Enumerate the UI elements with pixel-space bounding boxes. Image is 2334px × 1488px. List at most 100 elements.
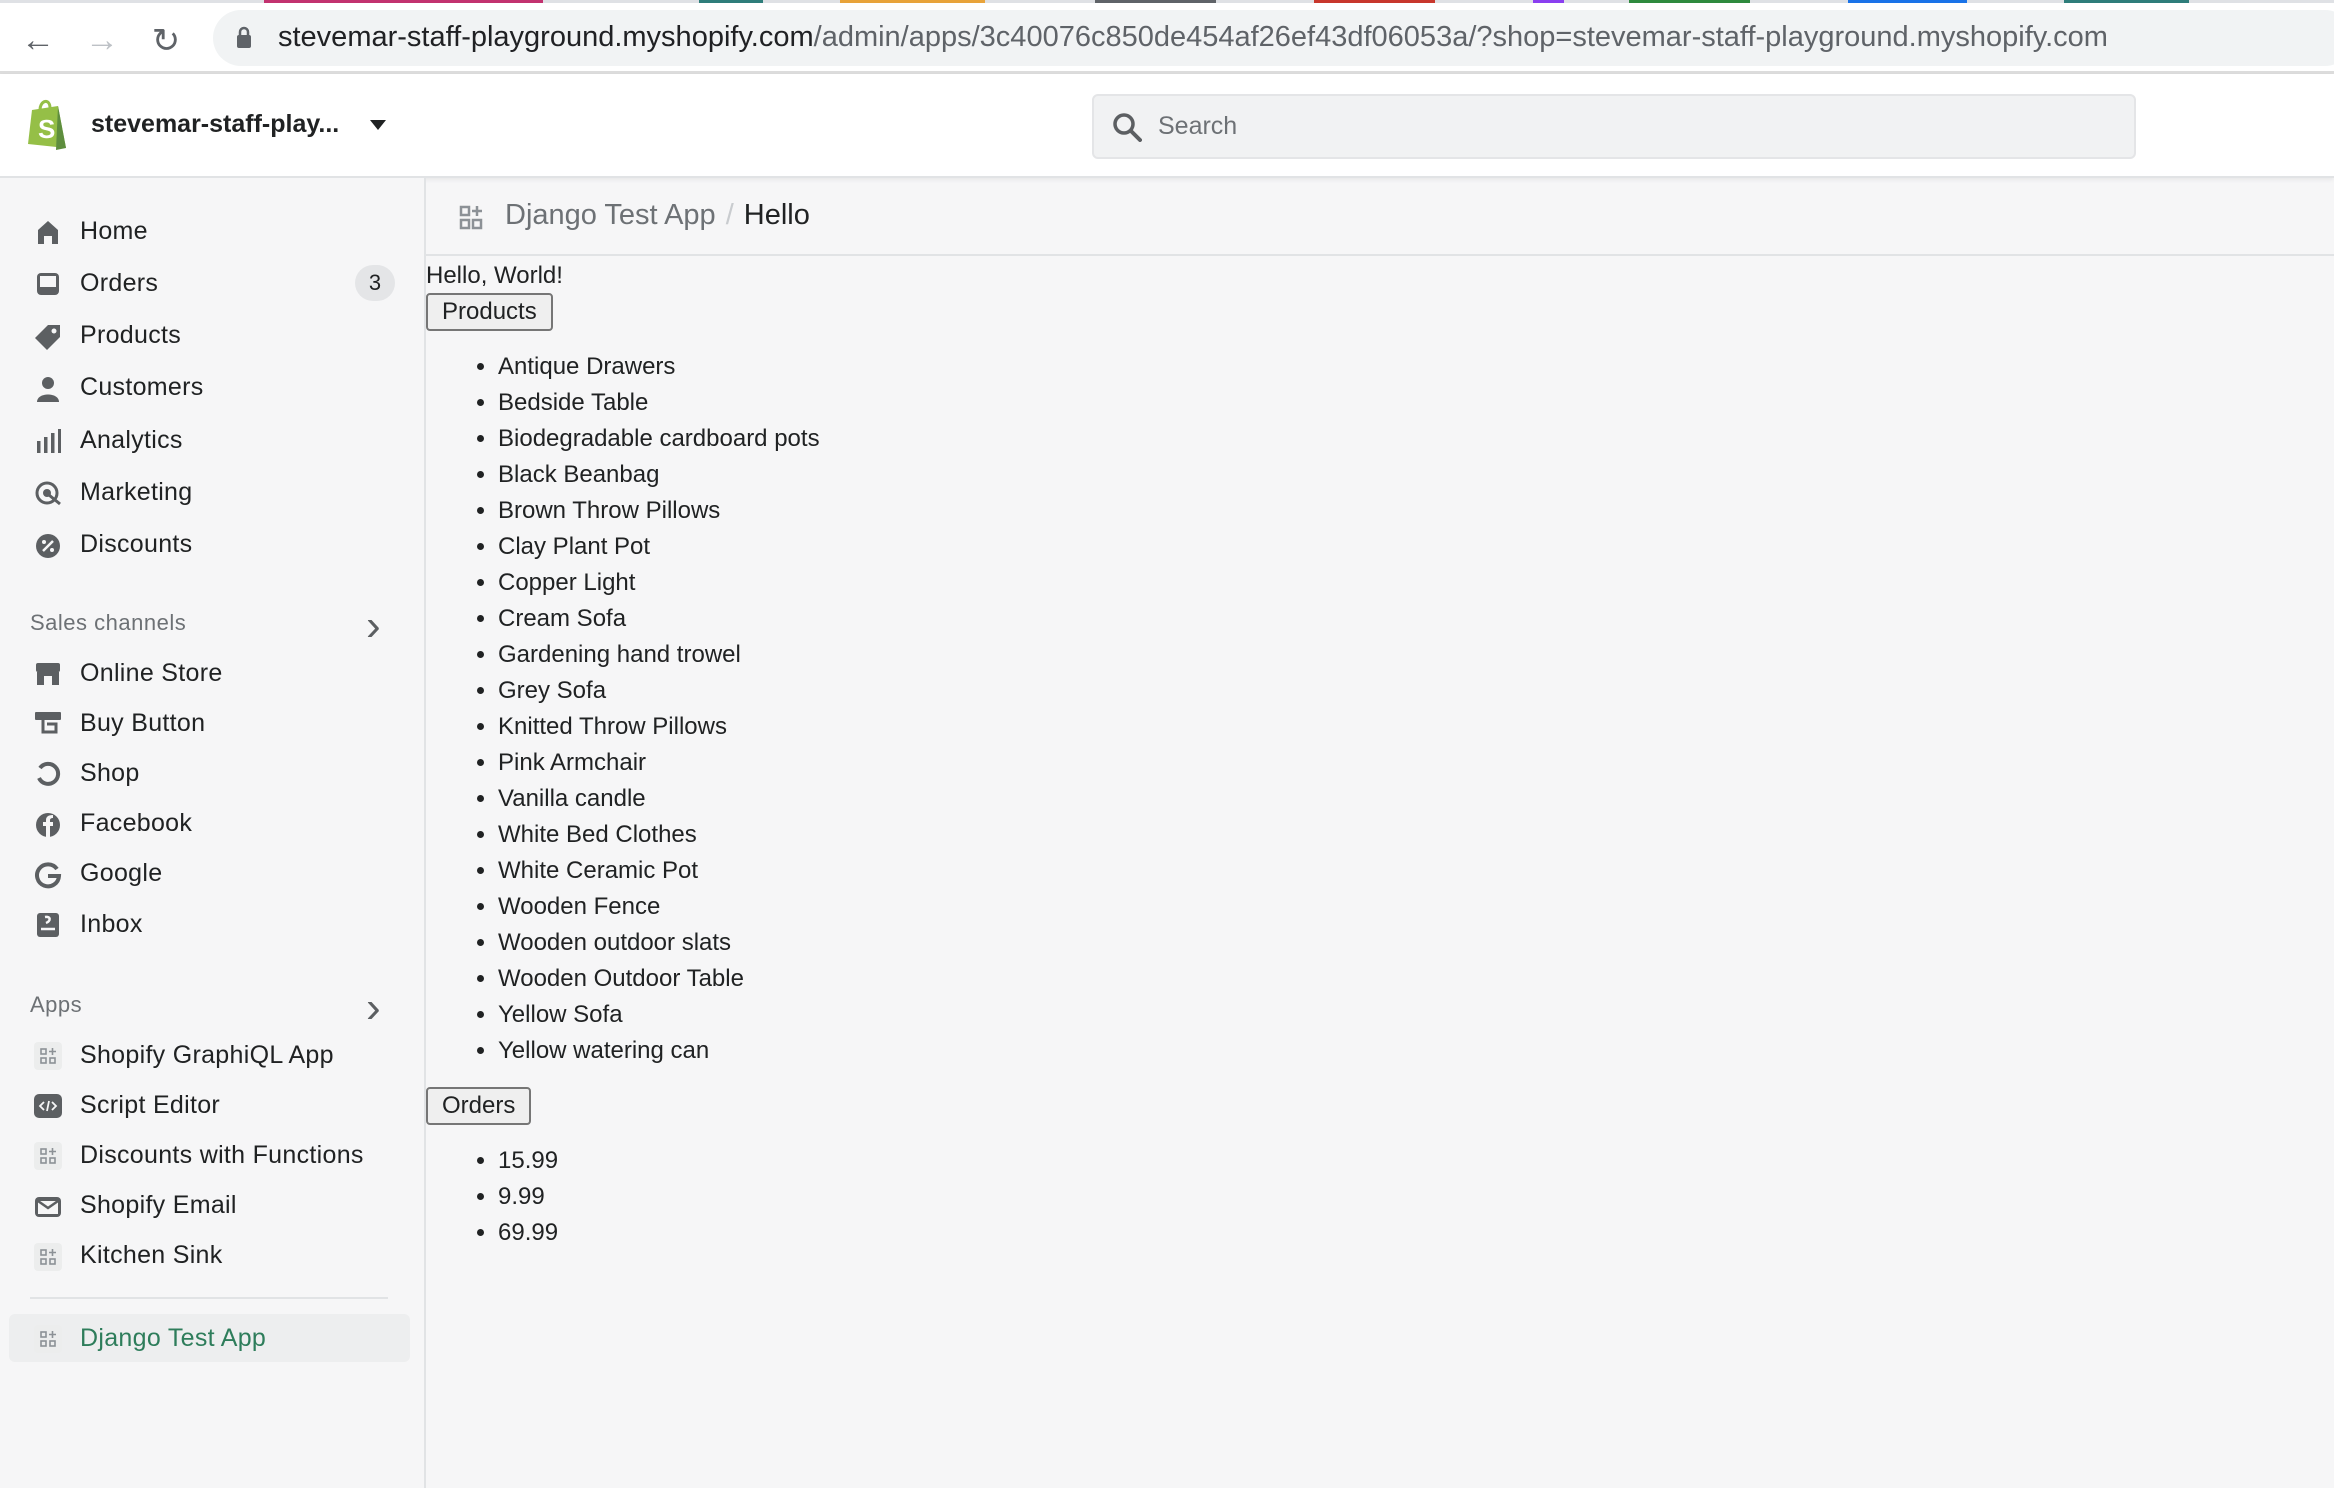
- product-list-item: Wooden Fence: [498, 889, 820, 925]
- chevron-right-icon[interactable]: ›: [366, 601, 381, 651]
- sidebar: Home Orders 3 Products Customers Analytics Mar…: [0, 178, 426, 1488]
- orders-icon: [34, 270, 62, 298]
- address-bar[interactable]: stevemar-staff-playground.myshopify.com/…: [213, 10, 2334, 66]
- sidebar-item-analytics[interactable]: Analytics: [9, 416, 410, 464]
- sidebar-item-label: Shopify GraphiQL App: [80, 1040, 334, 1069]
- sidebar-item-label: Customers: [80, 373, 204, 402]
- sidebar-item-label: Kitchen Sink: [80, 1241, 223, 1270]
- sidebar-item-label: Shop: [80, 758, 140, 787]
- sidebar-item-label: Google: [80, 859, 163, 888]
- sidebar-item-label: Marketing: [80, 478, 193, 506]
- target-icon: [34, 480, 62, 508]
- chevron-down-icon[interactable]: [370, 120, 386, 130]
- app-content: Hello, World! Products Antique DrawersBe…: [426, 257, 820, 1269]
- product-list-item: Yellow Sofa: [498, 997, 820, 1033]
- discount-icon: [34, 532, 62, 560]
- sidebar-item-buy-button[interactable]: Buy Button: [9, 699, 410, 747]
- product-list-item: Yellow watering can: [498, 1033, 820, 1069]
- sidebar-item-discounts[interactable]: Discounts: [9, 521, 410, 569]
- product-list-item: Bedside Table: [498, 385, 820, 421]
- product-list-item: Wooden outdoor slats: [498, 925, 820, 961]
- product-list-item: Gardening hand trowel: [498, 637, 820, 673]
- google-icon: [34, 861, 62, 889]
- product-list-item: Wooden Outdoor Table: [498, 961, 820, 997]
- product-list-item: Cream Sofa: [498, 601, 820, 637]
- breadcrumb-separator: /: [725, 199, 734, 231]
- sidebar-item-shopify-graphiql-app[interactable]: Shopify GraphiQL App: [9, 1031, 410, 1079]
- search-input[interactable]: [1158, 106, 2058, 146]
- app-icon: [34, 1142, 62, 1171]
- breadcrumb: Django Test App / Hello: [426, 178, 2334, 256]
- sidebar-item-inbox[interactable]: Inbox: [9, 900, 410, 948]
- search-icon: [1113, 113, 1142, 142]
- sidebar-item-label: Discounts: [80, 530, 193, 559]
- breadcrumb-current: Hello: [743, 199, 810, 231]
- back-button[interactable]: ←: [18, 21, 58, 60]
- sidebar-item-marketing[interactable]: Marketing: [9, 469, 410, 517]
- app-icon: [34, 1042, 62, 1070]
- orders-list: 15.999.9969.99: [426, 1143, 820, 1251]
- order-list-item: 9.99: [498, 1179, 820, 1215]
- app-icon: [34, 1325, 62, 1353]
- sidebar-item-django-test-app[interactable]: Django Test App: [9, 1314, 410, 1362]
- product-list-item: Black Beanbag: [498, 457, 820, 493]
- app-icon: [34, 1242, 62, 1271]
- product-list-item: Grey Sofa: [498, 673, 820, 709]
- shop-icon: [34, 760, 62, 788]
- sidebar-item-label: Discounts with Functions: [80, 1140, 364, 1169]
- product-list-item: Vanilla candle: [498, 781, 820, 817]
- product-list-item: Pink Armchair: [498, 745, 820, 781]
- sidebar-item-orders[interactable]: Orders 3: [9, 259, 410, 307]
- sidebar-item-label: Products: [80, 321, 182, 350]
- product-list-item: Brown Throw Pillows: [498, 493, 820, 529]
- products-button[interactable]: Products: [426, 293, 553, 331]
- orders-button[interactable]: Orders: [426, 1087, 532, 1125]
- browser-toolbar: ← → ↻ stevemar-staff-playground.myshopif…: [0, 3, 2334, 74]
- sidebar-item-label: Shopify Email: [80, 1191, 237, 1220]
- top-bar: S stevemar-staff-play...: [0, 74, 2334, 178]
- forward-button[interactable]: →: [82, 21, 122, 60]
- sidebar-item-label: Buy Button: [80, 708, 206, 737]
- shopify-logo-icon[interactable]: S: [26, 98, 70, 150]
- product-list-item: Copper Light: [498, 565, 820, 601]
- sidebar-item-label: Orders: [80, 268, 159, 297]
- order-list-item: 15.99: [498, 1143, 820, 1179]
- sidebar-item-shopify-email[interactable]: Shopify Email: [9, 1182, 410, 1230]
- inbox-icon: [34, 911, 62, 939]
- sidebar-item-script-editor[interactable]: Script Editor: [9, 1081, 410, 1129]
- sidebar-item-label: Home: [80, 216, 148, 245]
- sidebar-item-label: Facebook: [80, 809, 193, 838]
- orders-count-badge: 3: [355, 265, 395, 302]
- email-icon: [34, 1193, 62, 1221]
- sidebar-item-online-store[interactable]: Online Store: [9, 649, 410, 697]
- sidebar-item-label: Script Editor: [80, 1090, 221, 1119]
- sidebar-item-home[interactable]: Home: [9, 207, 410, 255]
- buy-button-icon: [34, 710, 62, 738]
- breadcrumb-app-link[interactable]: Django Test App: [505, 199, 716, 231]
- order-list-item: 69.99: [498, 1215, 820, 1251]
- sales-channels-heading: Sales channels: [30, 610, 187, 635]
- greeting: Hello, World!: [426, 262, 563, 289]
- apps-heading: Apps: [30, 992, 83, 1017]
- sidebar-item-google[interactable]: Google: [9, 850, 410, 898]
- reload-button[interactable]: ↻: [146, 21, 186, 61]
- sidebar-item-label: Analytics: [80, 425, 183, 454]
- store-icon: [34, 660, 62, 688]
- sidebar-item-label: Inbox: [80, 909, 143, 938]
- divider: [30, 1297, 388, 1299]
- sidebar-item-facebook[interactable]: Facebook: [9, 800, 410, 848]
- product-list-item: Antique Drawers: [498, 349, 820, 385]
- product-list-item: Biodegradable cardboard pots: [498, 421, 820, 457]
- products-list: Antique DrawersBedside TableBiodegradabl…: [426, 349, 820, 1069]
- store-name[interactable]: stevemar-staff-play...: [91, 110, 339, 139]
- home-icon: [34, 218, 62, 246]
- sidebar-item-kitchen-sink[interactable]: Kitchen Sink: [9, 1232, 410, 1280]
- product-list-item: White Bed Clothes: [498, 817, 820, 853]
- sidebar-item-products[interactable]: Products: [9, 312, 410, 360]
- url-text: stevemar-staff-playground.myshopify.com/…: [278, 21, 2108, 53]
- search-field[interactable]: [1092, 94, 2136, 159]
- chevron-right-icon[interactable]: ›: [366, 983, 381, 1033]
- sidebar-item-customers[interactable]: Customers: [9, 364, 410, 412]
- sidebar-item-shop[interactable]: Shop: [9, 749, 410, 797]
- sidebar-item-discounts-with-functions[interactable]: Discounts with Functions: [9, 1131, 410, 1179]
